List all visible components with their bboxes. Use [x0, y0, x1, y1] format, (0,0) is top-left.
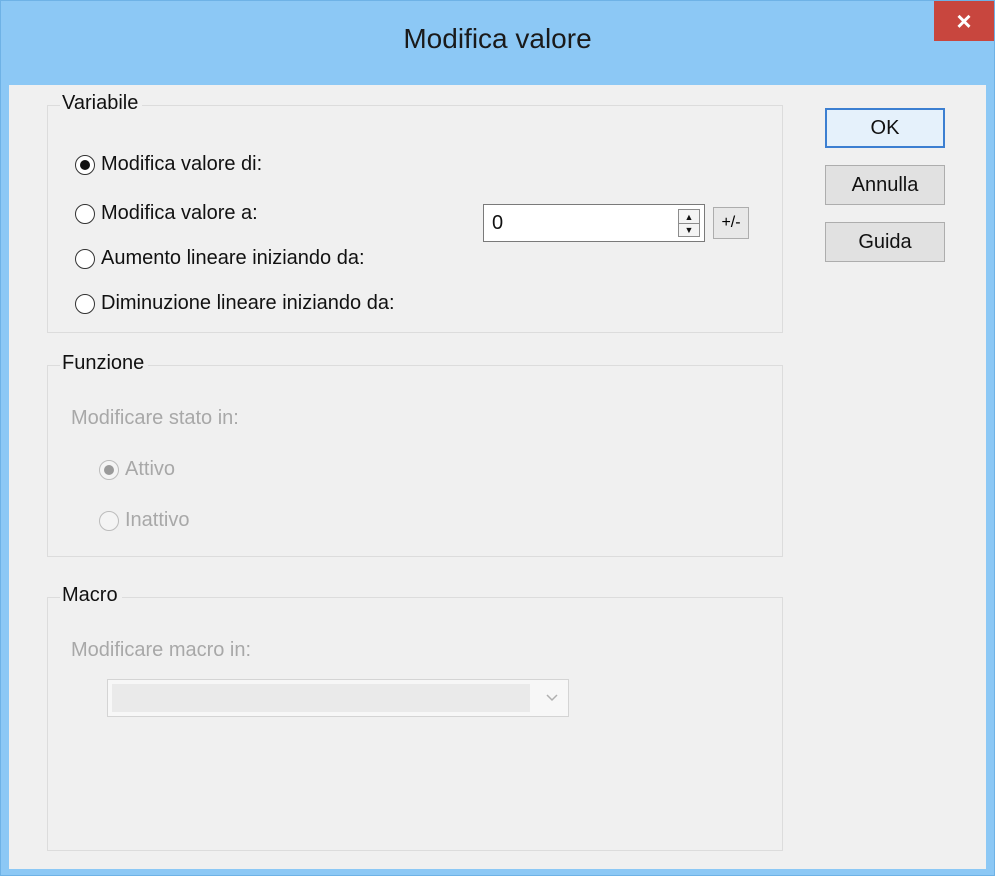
- close-button[interactable]: ×: [934, 1, 994, 41]
- variabile-group-label: Variabile: [60, 92, 143, 115]
- close-icon: ×: [956, 5, 972, 36]
- spin-down-icon[interactable]: ▼: [679, 223, 699, 236]
- spin-buttons: ▲ ▼: [678, 209, 700, 237]
- value-field[interactable]: 0: [492, 212, 503, 235]
- radio-modifica-valore-di[interactable]: Modifica valore di:: [75, 153, 262, 176]
- ok-button[interactable]: OK: [825, 108, 945, 148]
- radio-button[interactable]: [75, 248, 95, 269]
- cancel-button[interactable]: Annulla: [825, 165, 945, 205]
- dialog-body: Variabile Modifica valore di: Modifica v…: [9, 85, 986, 869]
- radio-button[interactable]: [75, 154, 95, 175]
- value-spin-input[interactable]: 0 ▲ ▼: [483, 204, 705, 242]
- radio-button: [99, 510, 119, 531]
- funzione-subtitle: Modificare stato in:: [71, 407, 239, 429]
- radio-button[interactable]: [75, 293, 95, 314]
- help-button[interactable]: Guida: [825, 222, 945, 262]
- radio-dot: [80, 159, 90, 170]
- macro-select-value: [112, 684, 530, 712]
- chevron-down-icon: [542, 688, 562, 708]
- radio-inattivo: Inattivo: [99, 509, 189, 532]
- radio-aumento-lineare[interactable]: Aumento lineare iniziando da:: [75, 247, 365, 270]
- radio-modifica-valore-a[interactable]: Modifica valore a:: [75, 202, 258, 225]
- dialog-window: Modifica valore × Variabile Modifica val…: [0, 0, 995, 876]
- radio-button[interactable]: [75, 203, 95, 224]
- macro-group-label: Macro: [60, 584, 122, 607]
- macro-select: [107, 679, 569, 717]
- radio-label: Modifica valore a:: [101, 202, 258, 224]
- macro-subtitle: Modificare macro in:: [71, 639, 252, 661]
- radio-label: Aumento lineare iniziando da:: [101, 247, 365, 269]
- radio-dot: [104, 464, 114, 475]
- radio-attivo: Attivo: [99, 458, 175, 481]
- radio-label: Modifica valore di:: [101, 153, 263, 175]
- radio-label: Inattivo: [125, 509, 190, 531]
- macro-group: Macro: [47, 584, 783, 851]
- radio-diminuzione-lineare[interactable]: Diminuzione lineare iniziando da:: [75, 292, 395, 315]
- funzione-group-label: Funzione: [60, 352, 149, 375]
- dialog-title: Modifica valore: [403, 23, 592, 54]
- spin-up-icon[interactable]: ▲: [679, 210, 699, 224]
- radio-button: [99, 459, 119, 480]
- plus-minus-button[interactable]: +/-: [713, 207, 749, 239]
- title-bar[interactable]: Modifica valore ×: [1, 1, 994, 85]
- radio-label: Attivo: [125, 458, 176, 480]
- radio-label: Diminuzione lineare iniziando da:: [101, 292, 395, 314]
